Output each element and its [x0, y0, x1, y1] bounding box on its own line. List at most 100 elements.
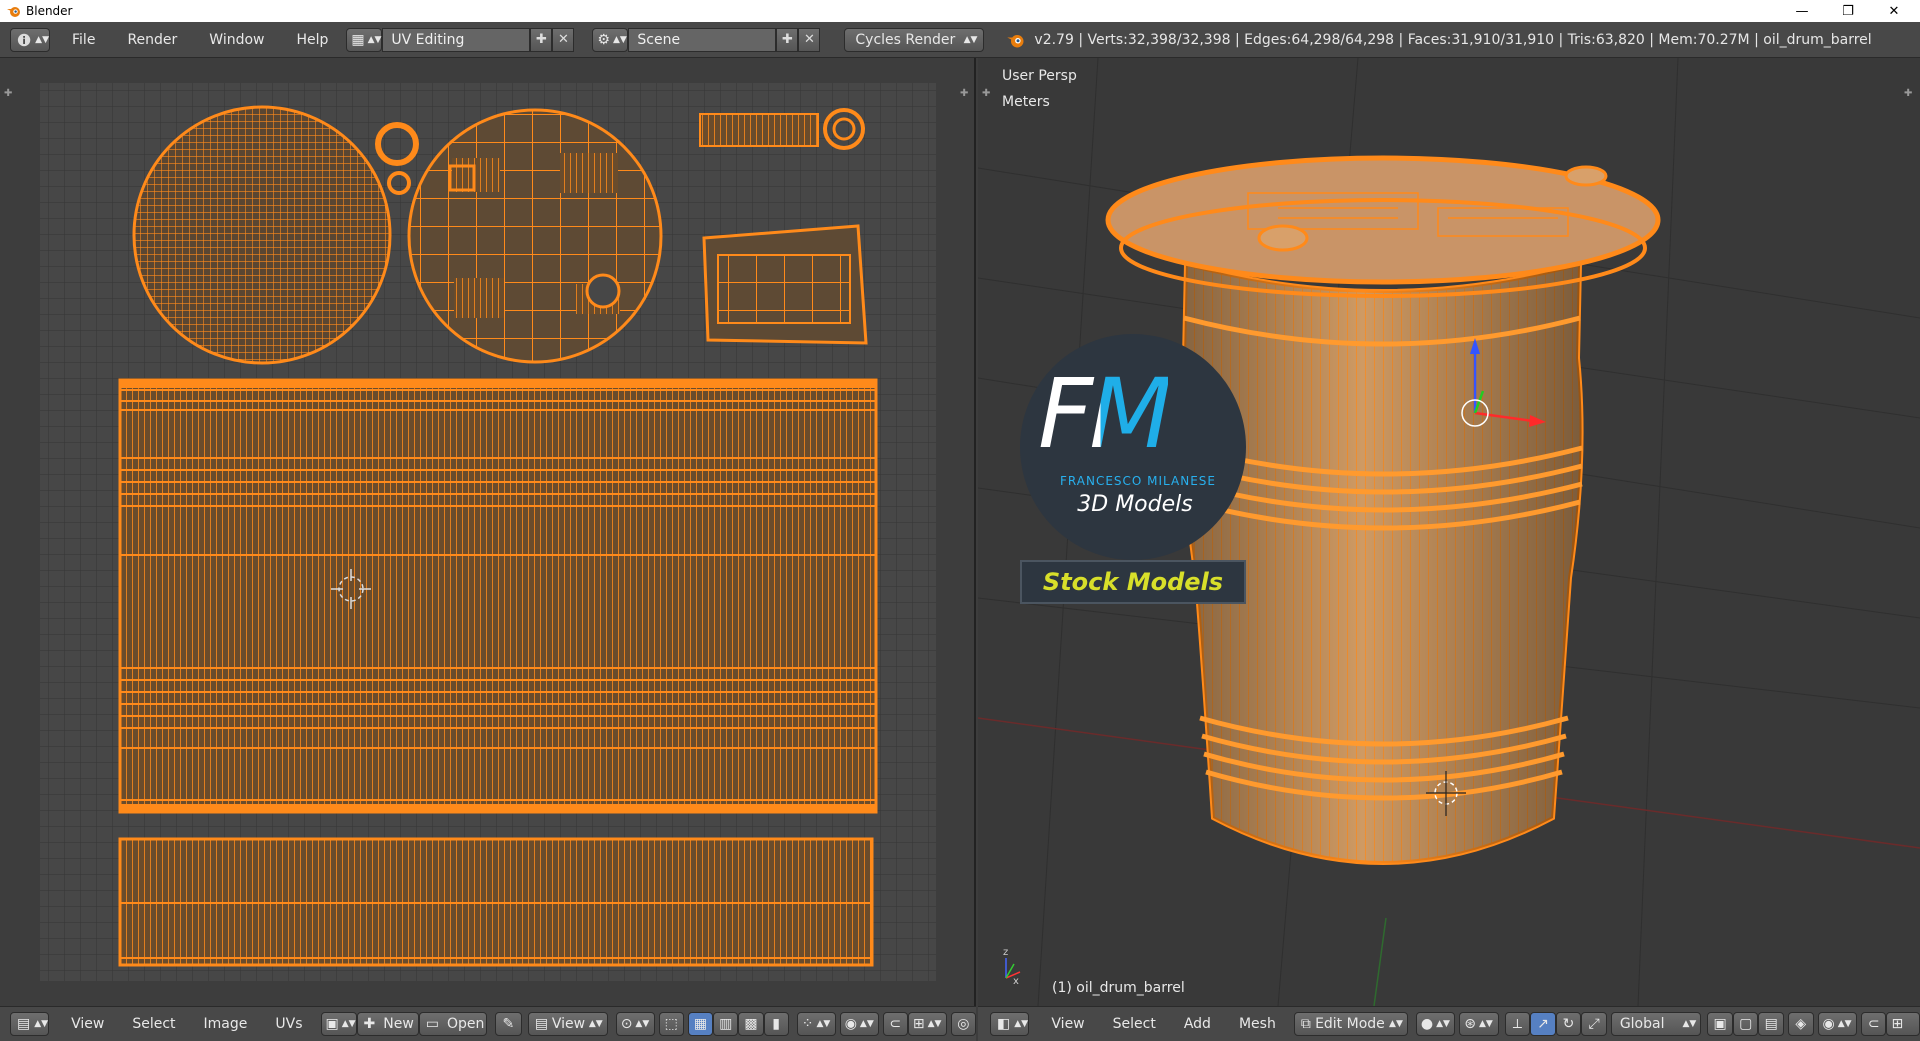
- island-select-button[interactable]: ▮: [763, 1012, 789, 1036]
- watermark-tagline: 3D Models: [1077, 492, 1193, 517]
- open-image-button[interactable]: ▭ Open: [418, 1012, 487, 1036]
- dropdown-arrows-icon: ▲▼: [635, 1019, 650, 1029]
- layout-grid-icon: ▦: [351, 31, 365, 48]
- dropdown-arrows-icon: ▲▼: [816, 1019, 831, 1029]
- uv-menu-image[interactable]: Image: [194, 1016, 258, 1032]
- scene-name-field[interactable]: Scene: [628, 27, 777, 52]
- snap-toggle[interactable]: ⊂: [1860, 1012, 1887, 1036]
- editor-type-button[interactable]: ▤ ▲▼: [10, 1012, 50, 1036]
- add-layout-button[interactable]: ✚: [530, 27, 553, 52]
- pivot-dropdown[interactable]: ⊛ ▲▼: [1459, 1012, 1499, 1036]
- layout-name-field[interactable]: UV Editing: [382, 27, 531, 52]
- vp-menu-add[interactable]: Add: [1174, 1016, 1221, 1032]
- vp-menu-view[interactable]: View: [1041, 1016, 1094, 1032]
- face-select-icon: ▩: [744, 1016, 758, 1032]
- minimize-button[interactable]: —: [1780, 0, 1824, 22]
- proportional-edit-dropdown[interactable]: ◉ ▲▼: [839, 1012, 879, 1036]
- uv-edge-band: [120, 804, 876, 812]
- render-engine-dropdown[interactable]: Cycles Render ▲▼: [844, 27, 985, 52]
- 3d-viewport-area[interactable]: ✚ ✚ z x User Persp Meters (1) oil_drum_b…: [978, 58, 1920, 1006]
- remove-layout-button[interactable]: ✕: [552, 27, 575, 52]
- snap-icon: ⊞: [912, 1016, 925, 1032]
- view-mode-dropdown[interactable]: ▤ View ▲▼: [527, 1012, 608, 1036]
- svg-text:z: z: [1003, 947, 1008, 958]
- info-header: ▲▼ File Render Window Help ▦ ▲▼ UV Editin…: [0, 22, 1920, 58]
- y-axis-line: [1373, 917, 1387, 1006]
- layer-button[interactable]: ▣: [1707, 1012, 1733, 1036]
- restore-button[interactable]: ❐: [1826, 0, 1870, 22]
- window-title: Blender: [26, 4, 73, 18]
- layer-button[interactable]: ▢: [1732, 1012, 1759, 1036]
- dropdown-arrows-icon: ▲▼: [927, 1019, 942, 1029]
- scale-manipulator[interactable]: ⤢: [1581, 1012, 1607, 1036]
- scene-name-text: Scene: [637, 31, 681, 48]
- uv-menu-select[interactable]: Select: [122, 1016, 185, 1032]
- image-browse-button[interactable]: ▣ ▲▼: [320, 1012, 357, 1036]
- menu-window[interactable]: Window: [199, 32, 274, 48]
- snap-element-dropdown[interactable]: ⊞ ▲▼: [907, 1012, 947, 1036]
- uv-canvas[interactable]: [0, 58, 976, 1006]
- scene-icon: ⚙: [597, 31, 610, 48]
- plus-icon: ✚: [535, 32, 547, 47]
- layout-browse-button[interactable]: ▦ ▲▼: [346, 27, 383, 52]
- menu-file[interactable]: File: [62, 32, 105, 48]
- render-preview-button[interactable]: ◎: [950, 1012, 977, 1036]
- shading-dropdown[interactable]: ● ▲▼: [1415, 1012, 1456, 1036]
- pivot-dropdown[interactable]: ⊙ ▲▼: [615, 1012, 655, 1036]
- occlude-icon: ◈: [1795, 1016, 1807, 1032]
- vp-menu-select[interactable]: Select: [1103, 1016, 1166, 1032]
- uv-menu-view[interactable]: View: [61, 1016, 114, 1032]
- new-image-button[interactable]: ✚ New: [356, 1012, 419, 1036]
- layer-button[interactable]: ▤: [1758, 1012, 1784, 1036]
- occlude-geometry-toggle[interactable]: ◈: [1788, 1012, 1814, 1036]
- arrow-icon: ↗: [1537, 1016, 1549, 1032]
- view-name-label: User Persp: [1002, 68, 1077, 84]
- uv-menu-uvs[interactable]: UVs: [265, 1016, 312, 1032]
- solid-shading-icon: ●: [1420, 1016, 1434, 1032]
- remove-scene-button[interactable]: ✕: [798, 27, 821, 52]
- snap-toggle[interactable]: ⊂: [882, 1012, 908, 1036]
- vp-menu-mesh[interactable]: Mesh: [1229, 1016, 1286, 1032]
- uv-island-cap-strip: [699, 113, 819, 147]
- x-icon: ✕: [803, 32, 815, 47]
- orientation-dropdown[interactable]: Global ▲▼: [1610, 1012, 1702, 1036]
- manipulator-toggle[interactable]: ⟂: [1504, 1012, 1531, 1036]
- pin-icon: ✎: [502, 1016, 515, 1032]
- pivot-icon: ⊛: [1464, 1016, 1476, 1032]
- sync-selection-button[interactable]: ⬚: [658, 1012, 684, 1036]
- x-icon: ✕: [557, 32, 569, 47]
- close-window-button[interactable]: ✕: [1872, 0, 1916, 22]
- uv-editor-header: ▤ ▲▼ View Select Image UVs ▣ ▲▼ ✚ New ▭ Open…: [0, 1006, 977, 1041]
- plus-icon: ✚: [781, 32, 793, 47]
- add-scene-button[interactable]: ✚: [776, 27, 799, 52]
- face-select-button[interactable]: ▩: [738, 1012, 764, 1036]
- lid-cap-small: [1564, 165, 1608, 187]
- pin-button[interactable]: ✎: [494, 1012, 522, 1036]
- scene-browse-button[interactable]: ⚙ ▲▼: [592, 27, 629, 52]
- dropdown-arrows-icon: ▲▼: [367, 34, 382, 45]
- magnet-icon: ⊂: [1867, 1016, 1880, 1032]
- region-toggle-icon[interactable]: ✚: [4, 88, 14, 99]
- sticky-icon: ⁘: [801, 1016, 814, 1032]
- layer-icon: ▤: [1764, 1016, 1778, 1032]
- snap-element-dropdown[interactable]: ⊞: [1886, 1012, 1920, 1036]
- minimize-icon: —: [1795, 3, 1809, 19]
- dropdown-arrows-icon: ▲▼: [35, 34, 49, 45]
- editor-type-button[interactable]: ▲▼: [10, 27, 50, 52]
- region-toggle-icon[interactable]: ✚: [960, 88, 970, 99]
- svg-text:x: x: [1013, 976, 1019, 987]
- menu-help[interactable]: Help: [286, 32, 338, 48]
- translate-manipulator[interactable]: ↗: [1530, 1012, 1556, 1036]
- dropdown-arrows-icon: ▲▼: [1389, 1019, 1403, 1029]
- rotate-manipulator[interactable]: ↻: [1555, 1012, 1582, 1036]
- proportional-edit-dropdown[interactable]: ◉ ▲▼: [1817, 1012, 1857, 1036]
- vertex-select-button[interactable]: ▦: [687, 1012, 714, 1036]
- sticky-mode-dropdown[interactable]: ⁘ ▲▼: [796, 1012, 836, 1036]
- menu-render[interactable]: Render: [117, 32, 187, 48]
- uv-editor-area[interactable]: ✚ ✚: [0, 58, 976, 1006]
- editor-type-button[interactable]: ◧ ▲▼: [990, 1012, 1030, 1036]
- dropdown-arrows-icon: ▲▼: [34, 1019, 49, 1029]
- edge-select-button[interactable]: ▥: [713, 1012, 739, 1036]
- mode-dropdown[interactable]: ⧉ Edit Mode ▲▼: [1293, 1012, 1408, 1036]
- dropdown-arrows-icon: ▲▼: [859, 1019, 874, 1029]
